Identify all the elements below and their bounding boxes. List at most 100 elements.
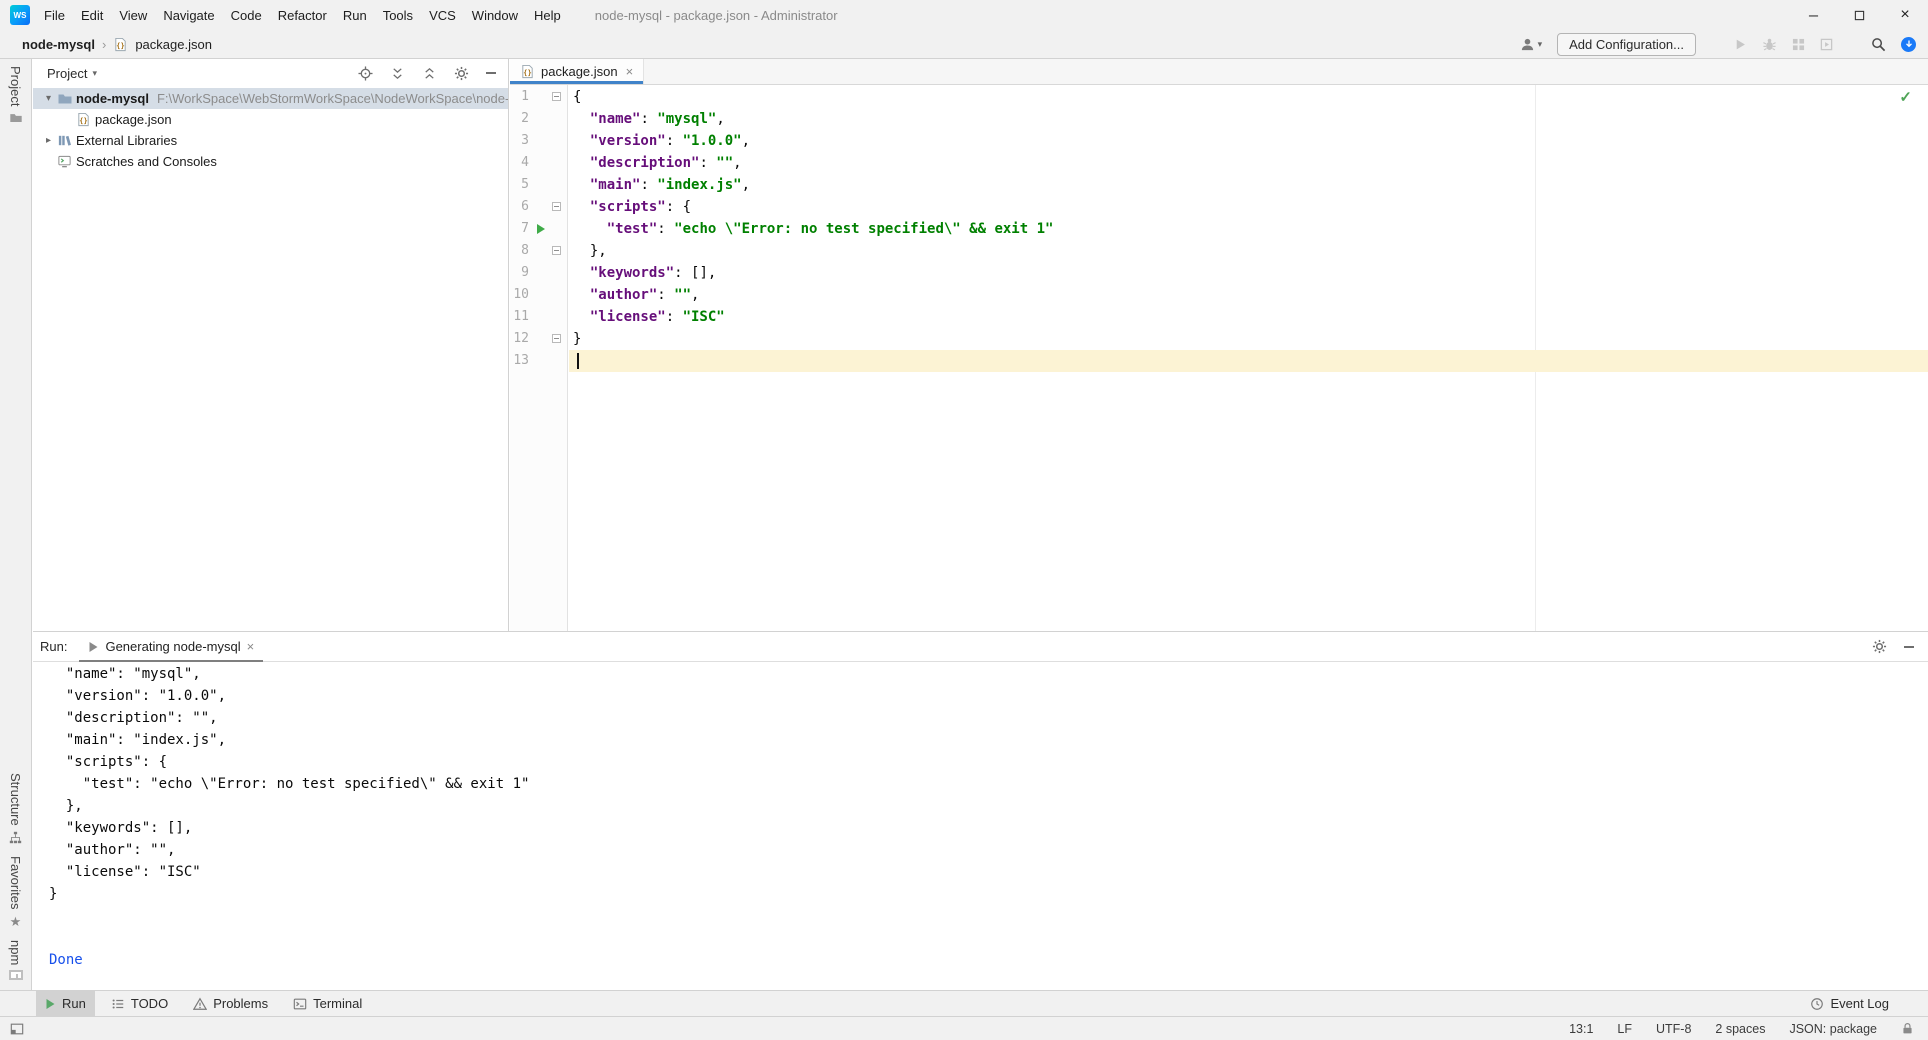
tool-window-button-todo[interactable]: TODO	[102, 991, 177, 1016]
update-indicator-icon[interactable]	[1901, 37, 1916, 52]
fold-marker-icon[interactable]	[552, 334, 561, 343]
locate-file-icon[interactable]	[358, 66, 373, 81]
inspection-status-icon[interactable]: ✓	[1899, 88, 1912, 106]
status-item-utf-8[interactable]: UTF-8	[1656, 1022, 1691, 1036]
menu-view[interactable]: View	[111, 0, 155, 30]
minimize-icon	[1808, 10, 1819, 21]
fold-marker-icon[interactable]	[552, 92, 561, 101]
status-item-2-spaces[interactable]: 2 spaces	[1715, 1022, 1765, 1036]
tree-item-package-json[interactable]: {}package.json	[33, 109, 508, 130]
editor-code[interactable]: { "name": "mysql", "version": "1.0.0", "…	[569, 85, 1928, 631]
stripe-button-structure[interactable]: Structure	[8, 773, 23, 844]
structure-icon	[9, 831, 22, 844]
tab-package-json[interactable]: {} package.json ×	[510, 59, 644, 84]
menu-edit[interactable]: Edit	[73, 0, 111, 30]
stripe-label: npm	[8, 940, 23, 965]
tree-label: Scratches and Consoles	[76, 154, 217, 169]
console-line-5: "scripts": {	[49, 751, 1928, 773]
tool-window-button-terminal[interactable]: Terminal	[284, 991, 371, 1016]
user-icon	[1520, 37, 1535, 52]
tree-label: External Libraries	[76, 133, 177, 148]
line-number: 1	[521, 86, 529, 108]
fold-marker-icon[interactable]	[552, 202, 561, 211]
fold-marker-icon[interactable]	[552, 246, 561, 255]
tree-chevron-icon[interactable]: ▾	[41, 93, 56, 104]
code-line-9[interactable]: "keywords": [],	[573, 262, 716, 284]
code-line-3[interactable]: "version": "1.0.0",	[573, 130, 750, 152]
tree-item-node-mysql[interactable]: ▾node-mysqlF:\WorkSpace\WebStormWorkSpac…	[33, 88, 508, 109]
expand-all-icon[interactable]	[390, 66, 405, 81]
tool-window-bar: Run TODO Problems Terminal Event Log	[0, 990, 1928, 1016]
stripe-button-project[interactable]: Project	[8, 66, 23, 125]
gutter-row-5: 5	[510, 174, 567, 196]
tree-item-scratches-and-consoles[interactable]: Scratches and Consoles	[33, 151, 508, 172]
breadcrumb-project[interactable]: node-mysql	[22, 37, 95, 52]
menu-navigate[interactable]: Navigate	[155, 0, 222, 30]
settings-gear-icon[interactable]	[454, 66, 469, 81]
menu-vcs[interactable]: VCS	[421, 0, 464, 30]
tree-item-external-libraries[interactable]: ▸ External Libraries	[33, 130, 508, 151]
code-line-12[interactable]: }	[573, 328, 581, 350]
code-line-5[interactable]: "main": "index.js",	[573, 174, 750, 196]
status-item-json-package[interactable]: JSON: package	[1789, 1022, 1877, 1036]
console-line-11: }	[49, 883, 1928, 905]
code-line-4[interactable]: "description": "",	[573, 152, 742, 174]
add-configuration-button[interactable]: Add Configuration...	[1557, 33, 1696, 56]
run-script-icon[interactable]	[535, 223, 547, 235]
code-line-8[interactable]: },	[573, 240, 607, 262]
code-line-1[interactable]: {	[573, 86, 581, 108]
project-view-selector[interactable]: Project	[47, 66, 87, 81]
gutter-row-2: 2	[510, 108, 567, 130]
chevron-down-icon: ▾	[1538, 39, 1543, 50]
tab-close-icon[interactable]: ×	[626, 64, 634, 79]
code-line-6[interactable]: "scripts": {	[573, 196, 691, 218]
webstorm-window: WS FileEditViewNavigateCodeRefactorRunTo…	[0, 0, 1928, 1040]
caret-line-highlight	[569, 350, 1928, 372]
run-disabled-icon[interactable]	[1734, 38, 1747, 51]
run-tab-close-icon[interactable]: ×	[247, 639, 255, 654]
tool-window-button-event-log[interactable]: Event Log	[1801, 991, 1898, 1016]
code-line-10[interactable]: "author": "",	[573, 284, 699, 306]
breadcrumb-file[interactable]: package.json	[135, 37, 212, 52]
menu-code[interactable]: Code	[223, 0, 270, 30]
console-line-9: "author": "",	[49, 839, 1928, 861]
user-dropdown[interactable]: ▾	[1520, 37, 1543, 52]
stripe-button-npm[interactable]: npm	[8, 940, 23, 980]
run-settings-gear-icon[interactable]	[1872, 639, 1887, 654]
run-config-tab[interactable]: Generating node-mysql ×	[79, 632, 263, 662]
search-everywhere-icon[interactable]	[1871, 37, 1886, 52]
tool-window-toggle-icon[interactable]	[10, 1022, 24, 1036]
hide-run-panel-icon[interactable]	[1904, 646, 1914, 648]
menu-window[interactable]: Window	[464, 0, 526, 30]
maximize-button[interactable]	[1836, 0, 1882, 30]
tool-window-button-run[interactable]: Run	[36, 991, 95, 1016]
profiler-disabled-icon[interactable]	[1820, 38, 1833, 51]
menu-file[interactable]: File	[36, 0, 73, 30]
tool-window-button-problems[interactable]: Problems	[184, 991, 277, 1016]
coverage-disabled-icon[interactable]	[1792, 38, 1805, 51]
menu-refactor[interactable]: Refactor	[270, 0, 335, 30]
webstorm-logo-icon[interactable]: WS	[10, 5, 30, 25]
menu-tools[interactable]: Tools	[375, 0, 421, 30]
run-console[interactable]: "name": "mysql", "version": "1.0.0", "de…	[33, 663, 1928, 990]
file-lock-icon[interactable]	[1901, 1022, 1914, 1035]
scratch-icon	[56, 154, 73, 169]
hide-panel-icon[interactable]	[486, 72, 496, 74]
debug-disabled-icon[interactable]	[1762, 37, 1777, 52]
tree-chevron-icon[interactable]: ▸	[41, 135, 56, 146]
menu-bar: FileEditViewNavigateCodeRefactorRunTools…	[36, 0, 569, 30]
close-button[interactable]: ×	[1882, 0, 1928, 30]
menu-help[interactable]: Help	[526, 0, 569, 30]
status-item-lf[interactable]: LF	[1617, 1022, 1632, 1036]
code-line-7[interactable]: "test": "echo \"Error: no test specified…	[573, 218, 1053, 240]
collapse-all-icon[interactable]	[422, 66, 437, 81]
status-item-13-1[interactable]: 13:1	[1569, 1022, 1593, 1036]
menu-run[interactable]: Run	[335, 0, 375, 30]
minimize-button[interactable]	[1790, 0, 1836, 30]
stripe-button-favorites[interactable]: Favorites★	[8, 856, 23, 927]
code-line-11[interactable]: "license": "ISC"	[573, 306, 725, 328]
title-bar: WS FileEditViewNavigateCodeRefactorRunTo…	[0, 0, 1928, 30]
code-line-2[interactable]: "name": "mysql",	[573, 108, 725, 130]
gutter-row-8: 8	[510, 240, 567, 262]
json-file-icon: {}	[113, 37, 128, 52]
